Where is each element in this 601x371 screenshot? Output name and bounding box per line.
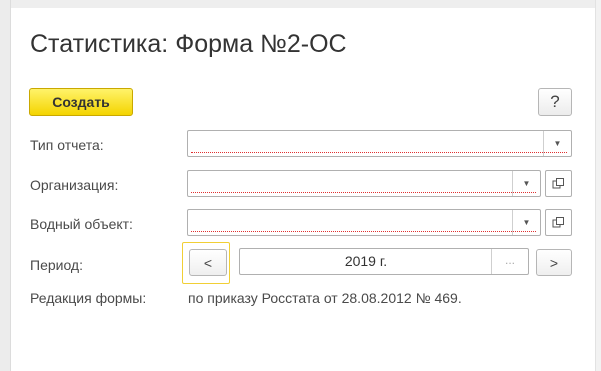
chevron-down-icon: ▼	[553, 139, 562, 148]
report-type-dropdown-button[interactable]: ▼	[543, 131, 571, 156]
report-type-field[interactable]: ▼	[187, 130, 572, 157]
chevron-down-icon: ▼	[522, 218, 531, 227]
open-form-icon	[552, 217, 564, 228]
water-object-open-button[interactable]	[545, 209, 572, 236]
organization-field[interactable]: ▼	[187, 170, 541, 197]
period-select-button[interactable]: ...	[491, 249, 528, 274]
period-value: 2019 г.	[344, 253, 388, 269]
chevron-left-icon: <	[203, 254, 213, 271]
period-label: Период:	[30, 257, 83, 273]
report-type-label: Тип отчета:	[30, 137, 104, 153]
window-right-edge	[596, 0, 601, 371]
required-underline	[191, 231, 536, 232]
window-left-border	[10, 0, 11, 371]
open-form-icon	[552, 178, 564, 189]
water-object-field[interactable]: ▼	[187, 209, 541, 236]
page-title: Статистика: Форма №2-ОС	[30, 30, 347, 58]
period-next-button[interactable]: >	[536, 249, 572, 276]
create-button[interactable]: Создать	[29, 88, 133, 116]
window-top-edge	[0, 0, 601, 8]
organization-label: Организация:	[30, 177, 119, 193]
water-object-label: Водный объект:	[30, 216, 133, 232]
edition-value: по приказу Росстата от 28.08.2012 № 469.	[188, 290, 462, 306]
required-underline	[191, 152, 567, 153]
period-field[interactable]: 2019 г. ...	[239, 248, 529, 275]
window-left-edge	[0, 0, 10, 371]
period-prev-button[interactable]: <	[189, 249, 227, 276]
chevron-right-icon: >	[549, 254, 559, 271]
organization-open-button[interactable]	[545, 170, 572, 197]
chevron-down-icon: ▼	[522, 179, 531, 188]
water-object-dropdown-button[interactable]: ▼	[512, 210, 540, 235]
required-underline	[191, 192, 536, 193]
edition-label: Редакция формы:	[30, 290, 147, 306]
organization-dropdown-button[interactable]: ▼	[512, 171, 540, 196]
help-button[interactable]: ?	[538, 88, 572, 116]
